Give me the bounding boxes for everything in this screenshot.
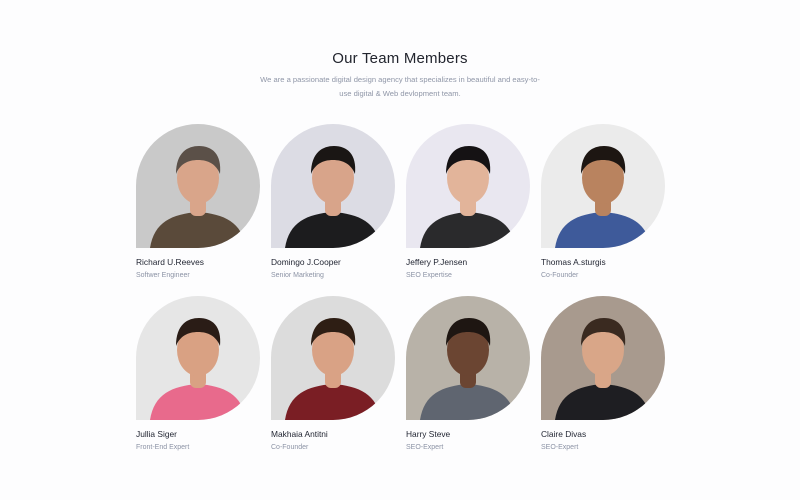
member-role: Front-End Expert <box>136 444 190 451</box>
member-role: SEO-Expert <box>541 444 579 451</box>
member-name[interactable]: Jeffery P.Jensen <box>406 257 546 267</box>
member-name[interactable]: Makhaia Antitni <box>271 429 411 439</box>
member-photo <box>406 124 530 248</box>
member-role: SEO Expertise <box>406 272 452 279</box>
member-name[interactable]: Domingo J.Cooper <box>271 257 411 267</box>
section-subtitle: We are a passionate digital design agenc… <box>260 75 540 98</box>
team-member-card[interactable]: Jeffery P.Jensen SEO Expertise <box>406 124 530 284</box>
member-role: Co-Founder <box>541 272 579 279</box>
member-name[interactable]: Thomas A.sturgis <box>541 257 681 267</box>
team-member-card[interactable]: Domingo J.Cooper Senior Marketing <box>271 124 395 284</box>
member-photo <box>406 296 530 420</box>
member-photo <box>271 296 395 420</box>
member-role: Co-Founder <box>271 444 309 451</box>
member-name[interactable]: Jullia Siger <box>136 429 276 439</box>
member-name[interactable]: Harry Steve <box>406 429 546 439</box>
team-member-card[interactable]: Claire Divas SEO-Expert <box>541 296 665 456</box>
team-member-card[interactable]: Thomas A.sturgis Co-Founder <box>541 124 665 284</box>
member-photo <box>271 124 395 248</box>
team-member-card[interactable]: Makhaia Antitni Co-Founder <box>271 296 395 456</box>
team-member-card[interactable]: Harry Steve SEO-Expert <box>406 296 530 456</box>
member-photo <box>136 124 260 248</box>
member-photo <box>541 124 665 248</box>
team-member-card[interactable]: Jullia Siger Front-End Expert <box>136 296 260 456</box>
member-name[interactable]: Claire Divas <box>541 429 681 439</box>
member-name[interactable]: Richard U.Reeves <box>136 257 276 267</box>
member-role: Senior Marketing <box>271 272 324 279</box>
team-member-card[interactable]: Richard U.Reeves Softwer Engineer <box>136 124 260 284</box>
member-role: Softwer Engineer <box>136 272 190 279</box>
section-title: Our Team Members <box>332 50 468 67</box>
member-photo <box>136 296 260 420</box>
team-section: Our Team Members We are a passionate dig… <box>0 0 800 500</box>
member-photo <box>541 296 665 420</box>
member-role: SEO-Expert <box>406 444 444 451</box>
